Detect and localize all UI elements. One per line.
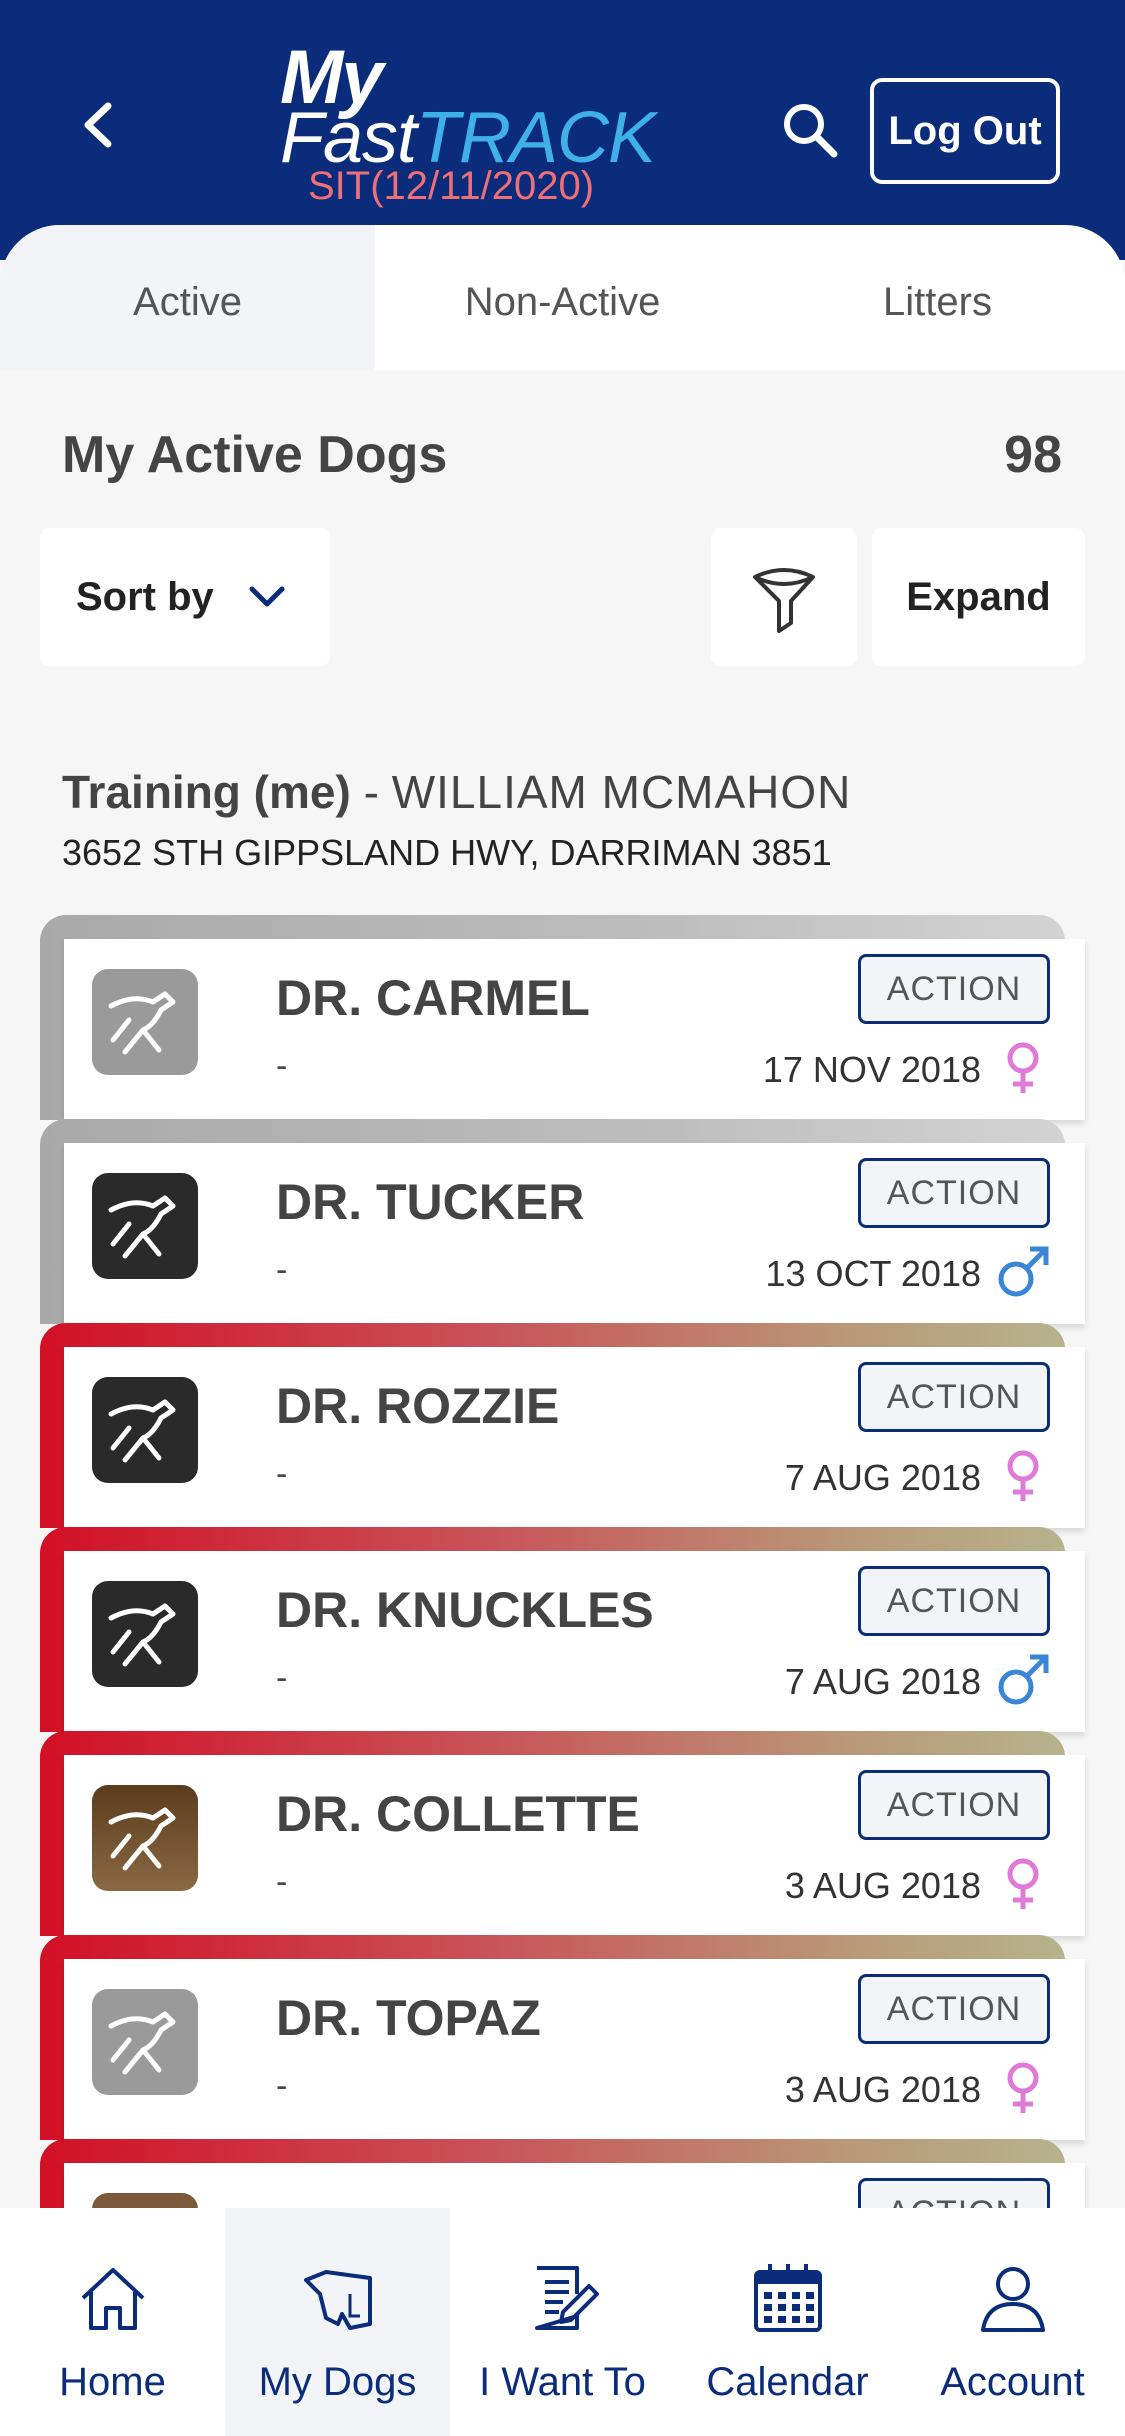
dog-subtitle: -	[276, 1047, 288, 1085]
environment-label: SIT(12/11/2020)	[308, 164, 595, 208]
bottom-navigation: Home My Dogs I Want To Calendar Account	[0, 2208, 1125, 2436]
nav-account-label: Account	[940, 2360, 1085, 2404]
nav-my-dogs-label: My Dogs	[258, 2360, 417, 2404]
nav-home-label: Home	[59, 2360, 166, 2404]
expand-button[interactable]: Expand	[872, 528, 1085, 666]
greyhound-avatar-icon	[92, 1785, 198, 1891]
dog-card-panel: DR. ROZZIE - ACTION 7 AUG 2018	[64, 1347, 1085, 1528]
action-button[interactable]: ACTION	[858, 1362, 1050, 1432]
dog-name: DR. KNUCKLES	[276, 1582, 654, 1638]
greyhound-avatar-icon	[92, 1377, 198, 1483]
greyhound-avatar-icon	[92, 1989, 198, 2095]
dog-date: 7 AUG 2018	[784, 1457, 981, 1498]
dog-status-tabs: Active Non-Active Litters	[0, 225, 1125, 370]
nav-account[interactable]: Account	[900, 2208, 1125, 2436]
nav-my-dogs[interactable]: My Dogs	[225, 2208, 450, 2436]
dog-count: 98	[1004, 426, 1062, 484]
dog-name: DR. TOPAZ	[276, 1990, 541, 2046]
female-icon	[994, 1039, 1052, 1097]
male-icon	[994, 1651, 1052, 1709]
dog-date: 17 NOV 2018	[762, 1049, 981, 1090]
dog-card-panel: DR. CARMEL - ACTION 17 NOV 2018	[64, 939, 1085, 1120]
dog-date: 7 AUG 2018	[784, 1661, 981, 1702]
trainer-name: WILLIAM MCMAHON	[391, 766, 852, 818]
action-button[interactable]: ACTION	[858, 1974, 1050, 2044]
calendar-icon	[753, 2264, 822, 2332]
nav-home[interactable]: Home	[0, 2208, 225, 2436]
chevron-down-icon	[248, 585, 286, 609]
search-button[interactable]	[780, 100, 840, 160]
filter-button[interactable]	[711, 528, 857, 666]
tab-non-active[interactable]: Non-Active	[375, 225, 750, 370]
dog-subtitle: -	[276, 1251, 288, 1289]
dog-card[interactable]: DR. ROZZIE - ACTION 7 AUG 2018	[40, 1323, 1085, 1528]
filter-icon	[753, 568, 815, 633]
tab-active[interactable]: Active	[0, 225, 375, 370]
dog-subtitle: -	[276, 1455, 288, 1493]
dog-subtitle: -	[276, 1659, 288, 1697]
female-icon	[994, 1447, 1052, 1505]
trainer-role: Training (me)	[62, 766, 351, 818]
dog-map-icon	[303, 2270, 372, 2330]
action-button[interactable]: ACTION	[858, 1770, 1050, 1840]
dog-name: DR. ROZZIE	[276, 1378, 560, 1434]
home-icon	[81, 2268, 144, 2330]
dog-card-panel: DR. TUCKER - ACTION 13 OCT 2018	[64, 1143, 1085, 1324]
dog-card[interactable]: DR. KNUCKLES - ACTION 7 AUG 2018	[40, 1527, 1085, 1732]
nav-calendar-label: Calendar	[706, 2360, 869, 2404]
app-logo: My FastTRACK SIT(12/11/2020)	[280, 40, 660, 220]
dog-date: 3 AUG 2018	[784, 2069, 981, 2110]
document-edit-icon	[534, 2266, 599, 2330]
action-button[interactable]: ACTION	[858, 2178, 1050, 2210]
back-button[interactable]	[70, 95, 124, 155]
dog-card-panel: DR. TOPAZ - ACTION 3 AUG 2018	[64, 1959, 1085, 2140]
dog-name: DR. COLLETTE	[276, 1786, 640, 1842]
female-icon	[994, 2059, 1052, 2117]
dog-card[interactable]: ACTION	[40, 2139, 1085, 2210]
dog-date: 3 AUG 2018	[784, 1865, 981, 1906]
male-icon	[994, 1243, 1052, 1301]
search-icon	[784, 104, 838, 158]
user-icon	[980, 2267, 1045, 2332]
dog-card[interactable]: DR. CARMEL - ACTION 17 NOV 2018	[40, 915, 1085, 1120]
dog-subtitle: -	[276, 2067, 288, 2105]
dog-card-panel: ACTION	[64, 2163, 1085, 2210]
action-button[interactable]: ACTION	[858, 1566, 1050, 1636]
logout-button[interactable]: Log Out	[870, 78, 1060, 184]
greyhound-avatar-icon	[92, 969, 198, 1075]
chevron-left-icon	[84, 102, 112, 148]
dog-subtitle: -	[276, 1863, 288, 1901]
trainer-heading: Training (me) - WILLIAM MCMAHON	[62, 765, 851, 819]
female-icon	[994, 1855, 1052, 1913]
dog-card[interactable]: DR. TUCKER - ACTION 13 OCT 2018	[40, 1119, 1085, 1324]
dog-card-panel: DR. KNUCKLES - ACTION 7 AUG 2018	[64, 1551, 1085, 1732]
trainer-separator: -	[350, 766, 392, 818]
dog-date: 13 OCT 2018	[765, 1253, 981, 1294]
dog-card-panel: DR. COLLETTE - ACTION 3 AUG 2018	[64, 1755, 1085, 1936]
tab-litters[interactable]: Litters	[750, 225, 1125, 370]
trainer-address: 3652 STH GIPPSLAND HWY, DARRIMAN 3851	[62, 832, 832, 873]
greyhound-avatar-icon	[92, 1173, 198, 1279]
nav-calendar[interactable]: Calendar	[675, 2208, 900, 2436]
dog-card[interactable]: DR. COLLETTE - ACTION 3 AUG 2018	[40, 1731, 1085, 1936]
page-title: My Active Dogs	[62, 426, 448, 484]
dog-card[interactable]: DR. TOPAZ - ACTION 3 AUG 2018	[40, 1935, 1085, 2140]
action-button[interactable]: ACTION	[858, 954, 1050, 1024]
dog-name: DR. CARMEL	[276, 970, 590, 1026]
action-button[interactable]: ACTION	[858, 1158, 1050, 1228]
greyhound-avatar-icon	[92, 1581, 198, 1687]
sort-by-label: Sort by	[76, 574, 214, 619]
nav-i-want-to[interactable]: I Want To	[450, 2208, 675, 2436]
sort-by-button[interactable]: Sort by	[40, 528, 330, 666]
app-header: My FastTRACK SIT(12/11/2020) Log Out	[0, 0, 1125, 260]
nav-i-want-to-label: I Want To	[479, 2360, 646, 2404]
dog-name: DR. TUCKER	[276, 1174, 585, 1230]
